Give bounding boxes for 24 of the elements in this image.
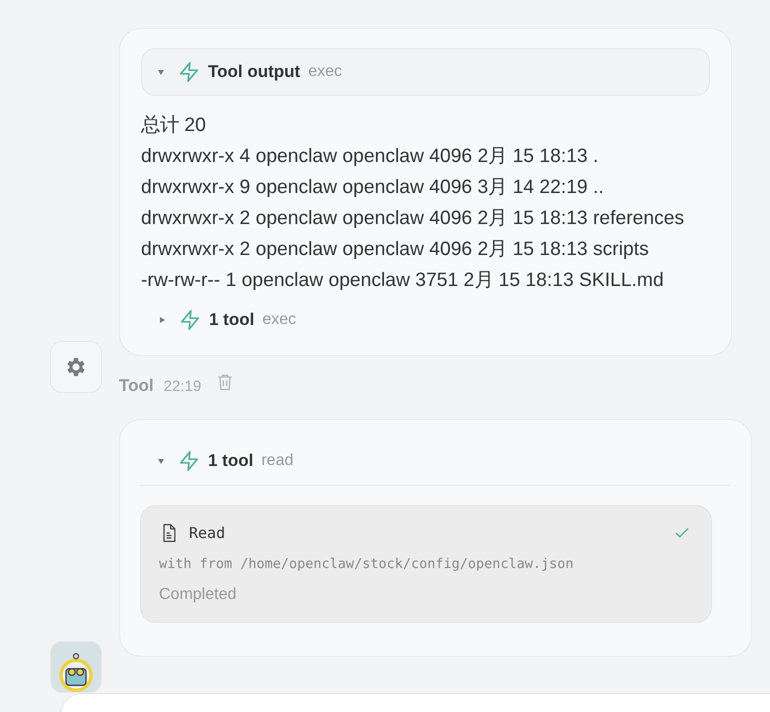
tool-call-name: Read <box>189 524 226 542</box>
output-line: 总计 20 <box>141 114 207 138</box>
output-line: drwxrwxr-x 2 openclaw openclaw 4096 2月 15 18:13 references <box>141 207 686 231</box>
tool-name: exec <box>308 63 342 81</box>
tool-name: read <box>261 452 294 470</box>
caret-icon[interactable] <box>158 458 164 464</box>
output-line: drwxrwxr-x 9 openclaw openclaw 4096 3月 14 22:19 .. <box>141 176 605 200</box>
output-line: drwxrwxr-x 4 openclaw openclaw 4096 2月 15 18:13 . <box>141 145 600 169</box>
sender-name: Tool <box>119 376 154 396</box>
tool-call-detail: with from /home/openclaw/stock/config/openclaw.json <box>159 556 575 572</box>
tool-call-status: Completed <box>159 586 238 604</box>
tool-label[interactable]: Tool output <box>208 62 300 82</box>
output-line: drwxrwxr-x 2 openclaw openclaw 4096 2月 15 18:13 scripts <box>141 238 650 262</box>
lightning-icon <box>178 61 200 83</box>
lightning-icon <box>178 450 200 472</box>
caret-icon[interactable] <box>158 70 164 74</box>
tool-name: exec <box>262 311 296 329</box>
tool-output-header[interactable]: Tool output exec <box>141 48 710 96</box>
lightning-icon <box>179 309 201 331</box>
tool-label[interactable]: 1 tool <box>209 310 254 330</box>
output-line: -rw-rw-r-- 1 openclaw openclaw 3751 2月 15 18:13 SKILL.md <box>141 269 665 293</box>
tool-label[interactable]: 1 tool <box>208 451 254 471</box>
caret-icon[interactable] <box>160 317 165 323</box>
message-time: 22:19 <box>164 378 202 394</box>
